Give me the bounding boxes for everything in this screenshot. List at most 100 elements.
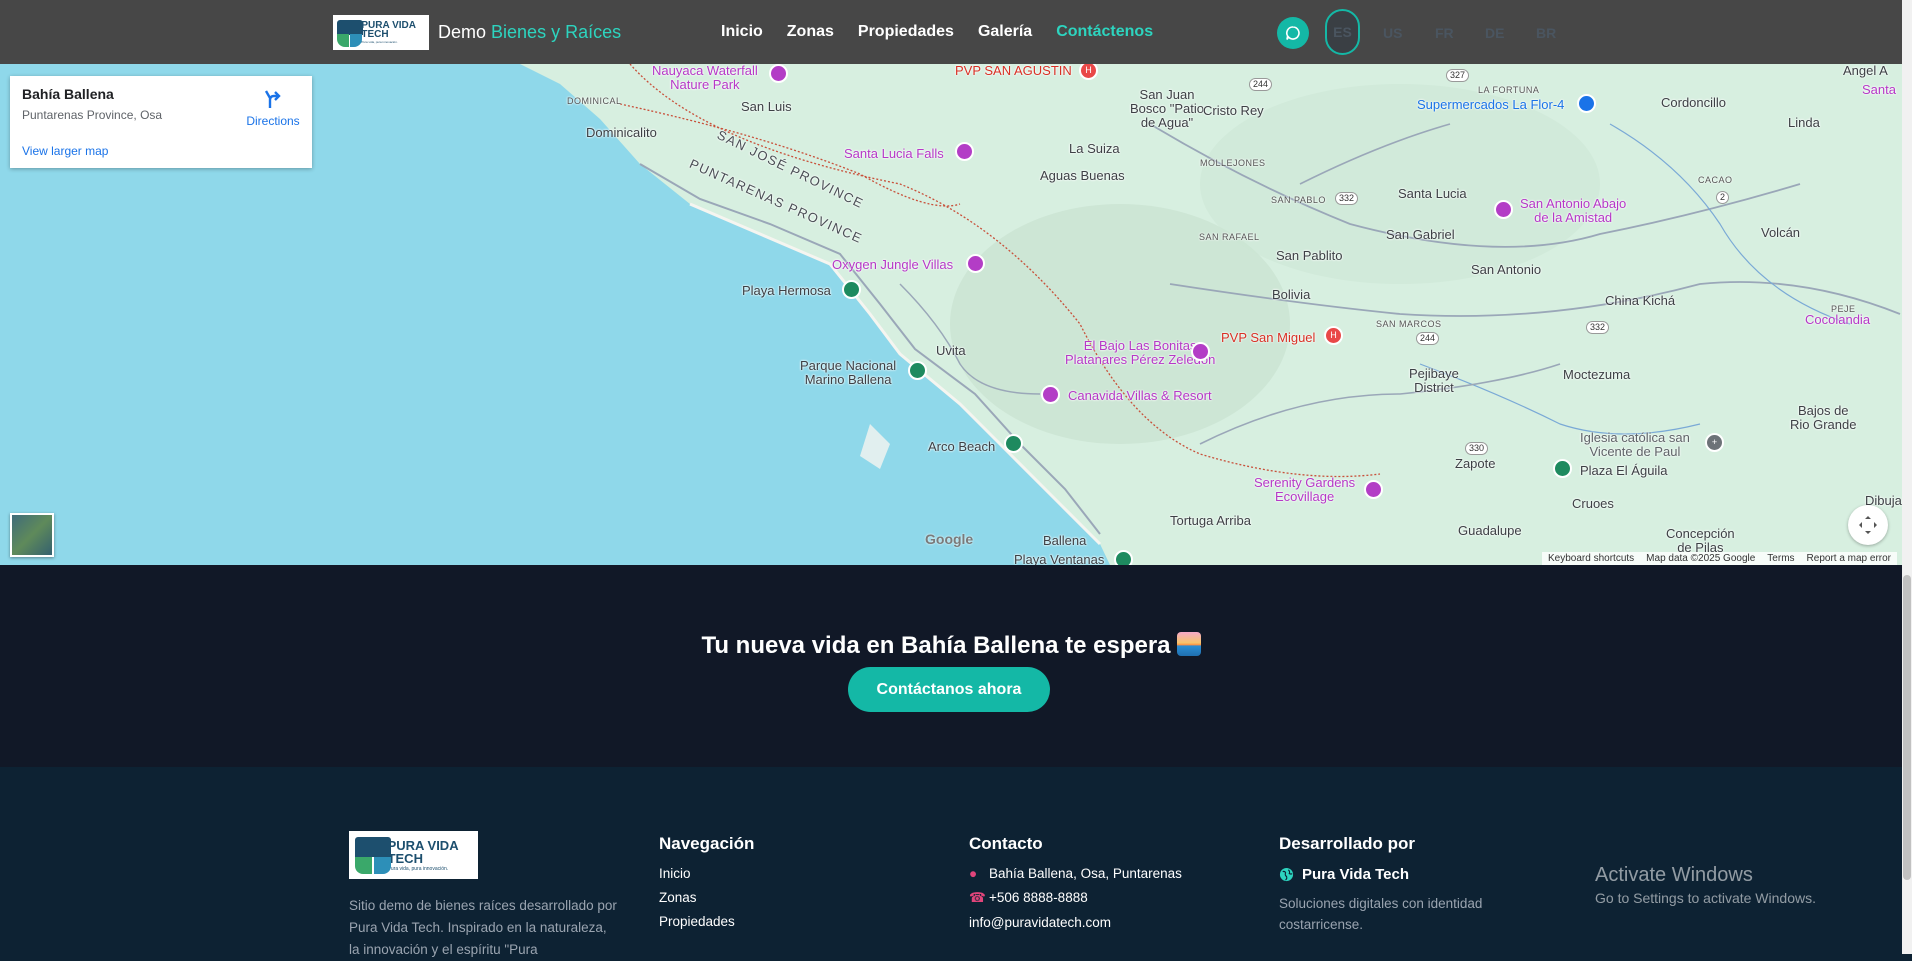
map-label: Concepción de Pilas bbox=[1666, 526, 1735, 555]
contact-now-button[interactable]: Contáctanos ahora bbox=[848, 667, 1050, 712]
fullscreen-button[interactable] bbox=[1848, 505, 1888, 545]
footer-link-zonas[interactable]: Zonas bbox=[659, 890, 754, 905]
watermark-line-2: Go to Settings to activate Windows. bbox=[1595, 890, 1816, 906]
footer-logo[interactable]: PURA VIDA TECH Pura vida, pura innovació… bbox=[349, 831, 478, 879]
hospital-pin-icon[interactable]: H bbox=[1324, 326, 1343, 345]
expand-icon bbox=[1859, 516, 1877, 534]
map-label: Linda bbox=[1788, 115, 1820, 130]
satellite-layer-toggle[interactable] bbox=[10, 513, 54, 557]
footer-link-inicio[interactable]: Inicio bbox=[659, 866, 754, 881]
lang-us-button[interactable]: US bbox=[1383, 25, 1402, 41]
watermark-line-1: Activate Windows bbox=[1595, 864, 1753, 886]
map-label: Santa Lucia Falls bbox=[844, 146, 944, 161]
map-label: MOLLEJONES bbox=[1200, 158, 1266, 168]
footer-description: Sitio demo de bienes raíces desarrollado… bbox=[349, 898, 617, 957]
park-pin-icon[interactable] bbox=[908, 361, 927, 380]
attraction-pin-icon[interactable] bbox=[769, 64, 788, 83]
map-label: CACAO bbox=[1698, 175, 1733, 185]
attraction-pin-icon[interactable] bbox=[1191, 342, 1210, 361]
report-error-link[interactable]: Report a map error bbox=[1807, 552, 1891, 565]
location-pin-icon[interactable] bbox=[1553, 459, 1572, 478]
page-scrollbar[interactable] bbox=[1902, 0, 1912, 954]
map-label: Ballena bbox=[1043, 533, 1087, 548]
beach-pin-icon[interactable] bbox=[1114, 550, 1133, 565]
directions-button[interactable]: Directions bbox=[238, 88, 308, 128]
nav-link-contactenos[interactable]: Contáctenos bbox=[1056, 23, 1153, 41]
map-data-credit: Map data ©2025 Google bbox=[1646, 553, 1756, 564]
scrollbar-thumb[interactable] bbox=[1903, 575, 1911, 880]
attraction-pin-icon[interactable] bbox=[1494, 200, 1513, 219]
directions-label: Directions bbox=[246, 114, 300, 128]
route-shield: 330 bbox=[1465, 442, 1489, 455]
map-label: Volcán bbox=[1761, 225, 1801, 240]
developer-name-text: Pura Vida Tech bbox=[1302, 866, 1409, 883]
logo-mark-icon bbox=[353, 835, 391, 875]
chat-button[interactable] bbox=[1277, 17, 1309, 49]
map-label: Uvita bbox=[936, 343, 966, 358]
map-label: La Suiza bbox=[1069, 141, 1120, 156]
map-label: Zapote bbox=[1455, 456, 1496, 471]
brand-name[interactable]: Demo Bienes y Raíces bbox=[438, 22, 621, 43]
map-label: Supermercados La Flor-4 bbox=[1417, 97, 1565, 112]
map-label: Plaza El Águila bbox=[1580, 463, 1668, 478]
lang-de-button[interactable]: DE bbox=[1485, 25, 1504, 41]
developer-description: Soluciones digitales con identidad costa… bbox=[1279, 896, 1483, 932]
contact-address-text: Bahía Ballena, Osa, Puntarenas bbox=[989, 866, 1182, 881]
map-label: PVP SAN AGUSTIN bbox=[955, 64, 1072, 78]
contact-phone-text: +506 8888-8888 bbox=[989, 890, 1088, 905]
map-label: Bajos de Rio Grande bbox=[1790, 403, 1857, 432]
map-label: Canavida Villas & Resort bbox=[1068, 388, 1212, 403]
route-shield: 244 bbox=[1249, 78, 1273, 91]
footer-nav-title: Navegación bbox=[659, 834, 755, 853]
route-shield: 327 bbox=[1446, 69, 1470, 82]
keyboard-shortcuts-link[interactable]: Keyboard shortcuts bbox=[1548, 552, 1634, 565]
nav-link-inicio[interactable]: Inicio bbox=[721, 23, 763, 41]
map-label: Cocolandia bbox=[1805, 312, 1871, 327]
map-label: Guadalupe bbox=[1458, 523, 1522, 538]
logo-name: PURA VIDA TECH bbox=[387, 837, 459, 866]
map-label: Cristo Rey bbox=[1203, 103, 1264, 118]
nav-link-propiedades[interactable]: Propiedades bbox=[858, 23, 954, 41]
contact-phone[interactable]: ☎ +506 8888-8888 bbox=[969, 890, 1182, 906]
sunrise-icon bbox=[1176, 632, 1201, 656]
lodging-pin-icon[interactable] bbox=[966, 254, 985, 273]
cta-title: Tu nueva vida en Bahía Ballena te espera bbox=[0, 632, 1902, 660]
route-shield: 332 bbox=[1586, 321, 1610, 334]
brand-logo[interactable]: PURA VIDA TECH Pura vida, pura innovació… bbox=[333, 15, 429, 50]
map-label: SAN PABLO bbox=[1271, 195, 1326, 205]
map-label: Playa Hermosa bbox=[742, 283, 831, 298]
beach-pin-icon[interactable] bbox=[1004, 434, 1023, 453]
map-label: San Pablito bbox=[1276, 248, 1343, 263]
footer-developer-column: Desarrollado por Pura Vida Tech Solucion… bbox=[1279, 834, 1519, 935]
map-label: SAN RAFAEL bbox=[1199, 232, 1260, 242]
lodging-pin-icon[interactable] bbox=[1364, 480, 1383, 499]
footer-developer-title: Desarrollado por bbox=[1279, 834, 1416, 853]
nav-link-zonas[interactable]: Zonas bbox=[787, 23, 834, 41]
nav-links: Inicio Zonas Propiedades Galería Contáct… bbox=[721, 23, 1177, 41]
view-larger-map-link[interactable]: View larger map bbox=[22, 144, 108, 158]
church-pin-icon[interactable]: + bbox=[1705, 433, 1724, 452]
footer: PURA VIDA TECH Pura vida, pura innovació… bbox=[0, 767, 1902, 957]
footer-link-propiedades[interactable]: Propiedades bbox=[659, 914, 754, 929]
lodging-pin-icon[interactable] bbox=[1041, 385, 1060, 404]
globe-icon bbox=[1279, 867, 1294, 882]
map-label: SAN MARCOS bbox=[1376, 319, 1442, 329]
lang-es-button[interactable]: ES bbox=[1325, 9, 1360, 55]
embedded-map[interactable]: Nauyaca Waterfall Nature Park PVP SAN AG… bbox=[0, 64, 1902, 565]
map-label: Santa Lucia bbox=[1398, 186, 1467, 201]
logo-name: PURA VIDA TECH bbox=[361, 20, 416, 40]
contact-email[interactable]: info@puravidatech.com bbox=[969, 915, 1182, 930]
terms-link[interactable]: Terms bbox=[1767, 552, 1794, 565]
footer-contact-column: Contacto ● Bahía Ballena, Osa, Puntarenas… bbox=[969, 834, 1182, 939]
shopping-cart-pin-icon[interactable] bbox=[1577, 94, 1596, 113]
map-label: Angel A bbox=[1843, 64, 1888, 78]
map-info-card: Bahía Ballena Puntarenas Province, Osa V… bbox=[10, 76, 312, 168]
route-shield: 332 bbox=[1335, 192, 1359, 205]
attraction-pin-icon[interactable] bbox=[955, 142, 974, 161]
lang-fr-button[interactable]: FR bbox=[1435, 25, 1454, 41]
beach-pin-icon[interactable] bbox=[842, 280, 861, 299]
map-label: Cruoes bbox=[1572, 496, 1614, 511]
lang-br-button[interactable]: BR bbox=[1536, 25, 1556, 41]
nav-link-galeria[interactable]: Galería bbox=[978, 23, 1032, 41]
developer-name[interactable]: Pura Vida Tech bbox=[1279, 866, 1519, 883]
